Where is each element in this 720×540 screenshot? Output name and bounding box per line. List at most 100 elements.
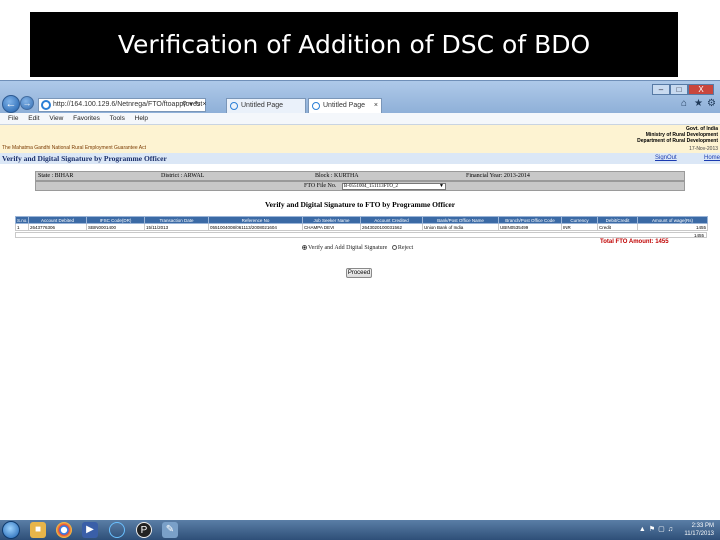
paint-icon[interactable]: ✎ bbox=[162, 522, 178, 538]
clock-date: 11/17/2013 bbox=[684, 531, 714, 537]
column-header: Bank/Post Office Name bbox=[422, 216, 499, 224]
verify-option-label: Verify and Add Digital Signature bbox=[308, 245, 388, 251]
minimize-button[interactable]: – bbox=[652, 84, 670, 95]
home-icon[interactable]: ⌂ bbox=[681, 98, 687, 109]
clock[interactable]: 2:33 PM 11/17/2013 bbox=[684, 520, 714, 540]
banner-date: 17-Nov-2013 bbox=[689, 146, 718, 152]
menu-view[interactable]: View bbox=[49, 113, 63, 125]
clock-time: 2:33 PM bbox=[691, 523, 714, 529]
page-heading: Verify and Digital Signature by Programm… bbox=[2, 154, 167, 163]
gov-line: Department of Rural Development bbox=[637, 138, 718, 144]
reject-radio[interactable] bbox=[391, 245, 397, 251]
refresh-icon[interactable]: ↻ bbox=[195, 101, 201, 108]
media-icon[interactable]: ▶ bbox=[82, 522, 98, 538]
total-fto-amount: Total FTO Amount: 1455 bbox=[600, 239, 669, 245]
nrega-title: The Mahatma Gandhi National Rural Employ… bbox=[2, 145, 146, 151]
column-header: Transaction Date bbox=[144, 216, 209, 224]
tab-label: Untitled Page bbox=[241, 102, 284, 109]
address-bar[interactable]: http://164.100.129.6/Netnrega/FTO/ftoapp… bbox=[38, 98, 206, 112]
ie-icon bbox=[312, 102, 320, 110]
location-info: State : BIHAR District : ARWAL Block : K… bbox=[35, 171, 685, 181]
system-tray[interactable]: ▲⚑▢♫ bbox=[639, 525, 676, 533]
fto-table: S.no. Account Debited IFSC Code(DR) Tran… bbox=[15, 216, 708, 231]
favorites-icon[interactable]: ★ bbox=[694, 98, 703, 109]
menu-file[interactable]: File bbox=[8, 113, 18, 125]
chevron-down-icon[interactable]: ▾ bbox=[189, 101, 193, 108]
ie-icon bbox=[41, 100, 51, 110]
tab-label: Untitled Page bbox=[323, 102, 366, 109]
slide-title: Verification of Addition of DSC of BDO bbox=[30, 12, 678, 77]
heading-bar: Verify and Digital Signature by Programm… bbox=[0, 153, 720, 164]
gov-heading: Govt. of India Ministry of Rural Develop… bbox=[637, 126, 718, 144]
gear-icon[interactable]: ⚙ bbox=[707, 98, 716, 109]
chrome-icon[interactable] bbox=[56, 522, 72, 538]
verify-radio[interactable] bbox=[302, 245, 307, 251]
column-header: Branch/Post Office Code bbox=[498, 216, 562, 224]
back-button[interactable]: ← bbox=[2, 95, 20, 113]
table-cell: INR bbox=[561, 223, 598, 231]
search-icon[interactable]: ⚲ bbox=[182, 101, 187, 108]
signout-link[interactable]: SignOut bbox=[655, 153, 677, 164]
table-cell: Credit bbox=[597, 223, 638, 231]
reject-option-label: Reject bbox=[397, 245, 414, 251]
close-tab-icon[interactable]: × bbox=[374, 99, 378, 112]
screen: Verification of Addition of DSC of BDO ←… bbox=[0, 0, 720, 540]
stop-icon[interactable]: × bbox=[202, 101, 206, 108]
address-text: http://164.100.129.6/Netnrega/FTO/ftoapp… bbox=[53, 101, 203, 108]
state-label: State : BIHAR bbox=[38, 173, 74, 179]
folder-icon[interactable]: ■ bbox=[30, 522, 46, 538]
tab-untitled-1[interactable]: Untitled Page bbox=[226, 98, 306, 113]
home-link[interactable]: Home bbox=[704, 153, 720, 164]
table-header-row: S.no. Account Debited IFSC Code(DR) Tran… bbox=[15, 216, 708, 224]
browser-chrome: ← → http://164.100.129.6/Netnrega/FTO/ft… bbox=[0, 81, 720, 113]
fto-file-value: B-0551004_151113FTO_2 bbox=[344, 184, 398, 189]
start-button[interactable] bbox=[2, 521, 20, 539]
menu-tools[interactable]: Tools bbox=[110, 113, 125, 125]
address-controls[interactable]: ⚲ ▾ ↻ × bbox=[182, 98, 206, 111]
fto-file-label: FTO File No. bbox=[304, 183, 337, 189]
forward-button[interactable]: → bbox=[20, 96, 34, 110]
fto-row: FTO File No. B-0551004_151113FTO_2 ▼ bbox=[35, 181, 685, 191]
table-cell: SBIN0001400 bbox=[86, 223, 145, 231]
form-title: Verify and Digital Signature to FTO by P… bbox=[264, 200, 456, 209]
maximize-button[interactable]: □ bbox=[670, 84, 688, 95]
close-window-button[interactable]: X bbox=[688, 84, 714, 95]
tab-untitled-2[interactable]: Untitled Page × bbox=[308, 98, 382, 113]
district-label: District : ARWAL bbox=[161, 173, 205, 179]
site-banner: The Mahatma Gandhi National Rural Employ… bbox=[0, 125, 720, 153]
column-header: S.no. bbox=[15, 216, 29, 224]
fto-file-select[interactable]: B-0551004_151113FTO_2 ▼ bbox=[342, 183, 446, 190]
proceed-button[interactable]: Proceed bbox=[346, 268, 372, 278]
menu-edit[interactable]: Edit bbox=[28, 113, 39, 125]
table-cell: 1455 bbox=[637, 223, 708, 231]
financial-year-label: Financial Year: 2013-2014 bbox=[466, 173, 530, 179]
menu-favorites[interactable]: Favorites bbox=[73, 113, 100, 125]
column-header: Debit/Credit bbox=[597, 216, 638, 224]
table-cell: 1 bbox=[15, 223, 29, 231]
chevron-down-icon: ▼ bbox=[439, 184, 444, 189]
table-cell: UBIN0535499 bbox=[498, 223, 562, 231]
taskbar: ■ ▶ P ✎ ▲⚑▢♫ 2:33 PM 11/17/2013 bbox=[0, 520, 720, 540]
menu-help[interactable]: Help bbox=[135, 113, 148, 125]
table-cell: 15/11/2013 bbox=[144, 223, 209, 231]
column-header: IFSC Code(DR) bbox=[86, 216, 145, 224]
block-label: Block : KURTHA bbox=[315, 173, 359, 179]
menu-bar: File Edit View Favorites Tools Help bbox=[0, 113, 720, 125]
ie-icon[interactable] bbox=[109, 522, 125, 538]
table-cell: 0551004008/061113/2008021604 bbox=[208, 223, 303, 231]
column-header: Amount of wage(Rs) bbox=[637, 216, 708, 224]
column-header: Reference No bbox=[208, 216, 303, 224]
subtotal-row: 1455 bbox=[15, 232, 707, 238]
browser-window: ← → http://164.100.129.6/Netnrega/FTO/ft… bbox=[0, 80, 720, 521]
web-page: The Mahatma Gandhi National Rural Employ… bbox=[0, 125, 720, 521]
p-app-icon[interactable]: P bbox=[136, 522, 152, 538]
table-cell: 2643020100031562 bbox=[360, 223, 423, 231]
column-header: Account Debited bbox=[28, 216, 87, 224]
table-row: 1 2643776306 SBIN0001400 15/11/2013 0551… bbox=[15, 223, 708, 231]
ie-icon bbox=[230, 102, 238, 110]
table-cell: 2643776306 bbox=[28, 223, 87, 231]
column-header: Job Seeker Name bbox=[302, 216, 361, 224]
table-cell: CHAMPA DEVI bbox=[302, 223, 361, 231]
column-header: Currency bbox=[561, 216, 598, 224]
column-header: Account Credited bbox=[360, 216, 423, 224]
